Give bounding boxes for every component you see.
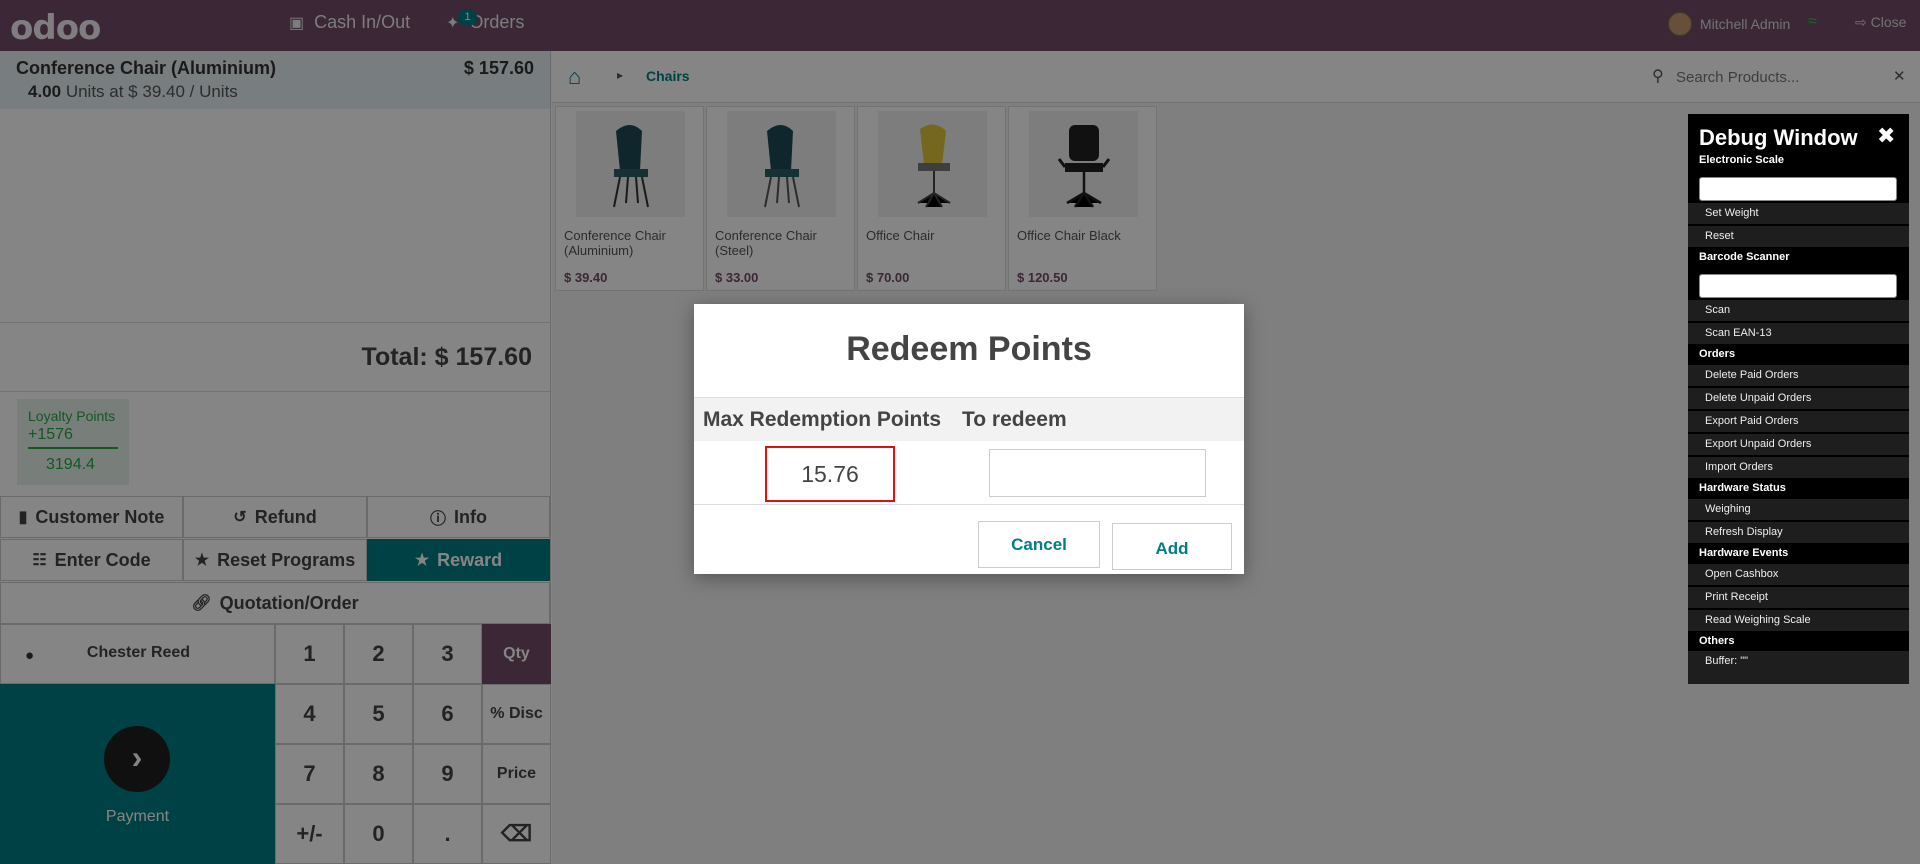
dialog-table-header: Max Redemption Points To redeem xyxy=(694,397,1244,441)
to-redeem-input[interactable] xyxy=(989,449,1206,497)
delete-paid-orders-button[interactable]: Delete Paid Orders xyxy=(1688,365,1909,386)
export-unpaid-orders-button[interactable]: Export Unpaid Orders xyxy=(1688,434,1909,455)
import-orders-button[interactable]: Import Orders xyxy=(1688,457,1909,478)
weighing-button[interactable]: Weighing xyxy=(1688,499,1909,520)
redeem-points-dialog: Redeem Points Max Redemption Points To r… xyxy=(694,304,1244,574)
section-hardware-events: Hardware Events xyxy=(1699,547,1789,559)
barcode-input[interactable] xyxy=(1699,274,1897,298)
max-redemption-header: Max Redemption Points xyxy=(703,408,942,431)
set-weight-button[interactable]: Set Weight xyxy=(1688,203,1909,224)
print-receipt-button[interactable]: Print Receipt xyxy=(1688,587,1909,608)
open-cashbox-button[interactable]: Open Cashbox xyxy=(1688,564,1909,585)
refresh-display-button[interactable]: Refresh Display xyxy=(1688,522,1909,543)
to-redeem-header: To redeem xyxy=(962,408,1067,431)
dialog-footer: Cancel Add xyxy=(694,504,1244,574)
max-redemption-value: 15.76 xyxy=(765,446,895,502)
section-hardware-status: Hardware Status xyxy=(1699,482,1786,494)
cancel-button[interactable]: Cancel xyxy=(978,521,1100,568)
dialog-title: Redeem Points xyxy=(846,330,1092,368)
debug-footer xyxy=(1688,668,1909,684)
read-weighing-scale-button[interactable]: Read Weighing Scale xyxy=(1688,610,1909,631)
export-paid-orders-button[interactable]: Export Paid Orders xyxy=(1688,411,1909,432)
section-orders: Orders xyxy=(1699,348,1736,360)
add-button[interactable]: Add xyxy=(1112,523,1232,570)
section-electronic-scale: Electronic Scale xyxy=(1699,154,1784,166)
scan-ean13-button[interactable]: Scan EAN-13 xyxy=(1688,323,1909,344)
section-others: Others xyxy=(1699,635,1735,647)
debug-title: Debug Window xyxy=(1699,125,1858,150)
debug-window: Debug Window ✖ Electronic Scale Set Weig… xyxy=(1688,114,1909,684)
reset-weight-button[interactable]: Reset xyxy=(1688,226,1909,247)
close-icon[interactable]: ✖ xyxy=(1877,123,1895,149)
weight-input[interactable] xyxy=(1699,177,1897,201)
scan-button[interactable]: Scan xyxy=(1688,300,1909,321)
delete-unpaid-orders-button[interactable]: Delete Unpaid Orders xyxy=(1688,388,1909,409)
section-barcode-scanner: Barcode Scanner xyxy=(1699,251,1790,263)
